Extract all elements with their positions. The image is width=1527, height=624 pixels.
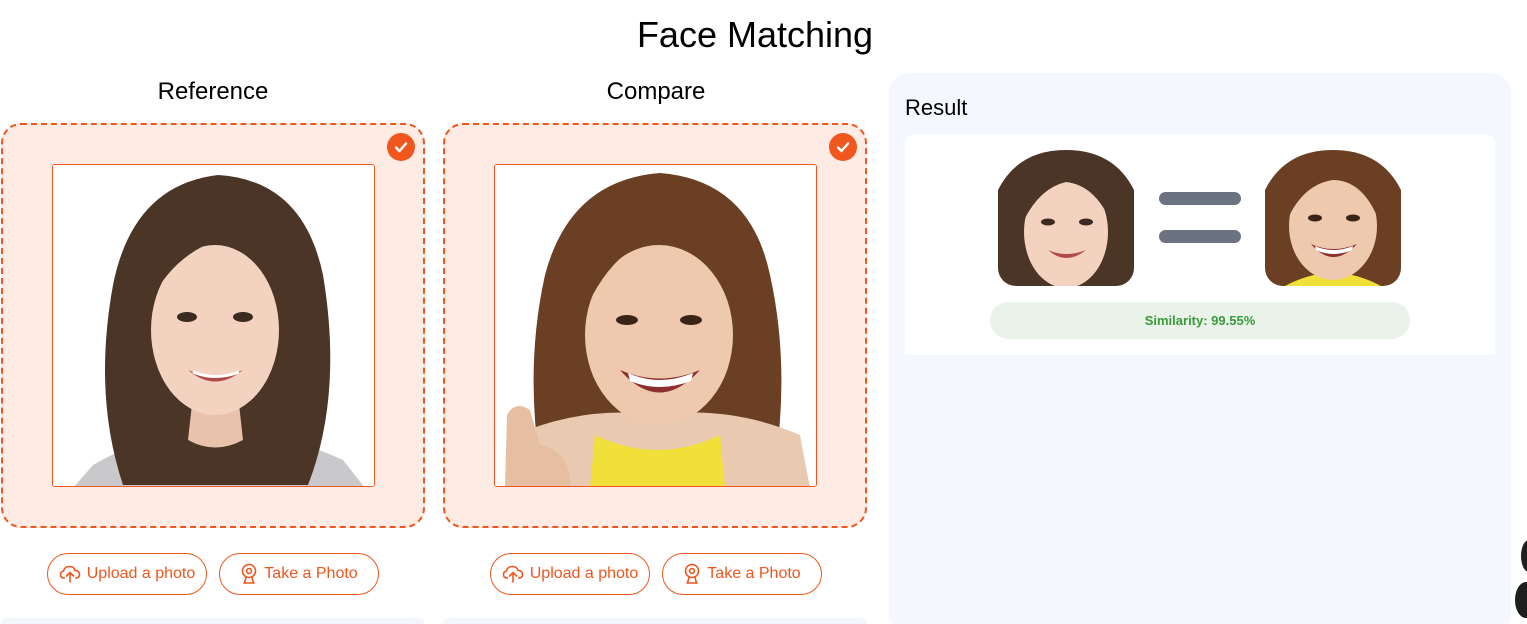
reference-upload-button[interactable]: Upload a photo [47, 553, 207, 595]
page-title: Face Matching [636, 14, 874, 55]
result-panel: Result Similarity: 99.55% [889, 73, 1511, 624]
reference-upload-label: Upload a photo [86, 565, 196, 582]
equals-icon-lower-bar [1159, 230, 1241, 243]
floating-action-button[interactable] [1521, 540, 1527, 572]
reference-photo [52, 164, 375, 487]
compare-panel-below [443, 618, 867, 624]
check-circle-icon [387, 133, 415, 161]
compare-face-thumbnail [1265, 150, 1401, 286]
compare-camera-button[interactable]: Take a Photo [662, 553, 822, 595]
compare-upload-button[interactable]: Upload a photo [490, 553, 650, 595]
compare-dropzone[interactable] [443, 123, 867, 528]
reference-face-thumbnail [998, 150, 1134, 286]
compare-photo [494, 164, 817, 487]
cloud-upload-icon [502, 565, 524, 583]
reference-dropzone[interactable] [1, 123, 425, 528]
webcam-icon [241, 563, 257, 584]
reference-camera-label: Take a Photo [264, 565, 358, 582]
result-title: Result [905, 95, 968, 120]
face-matching-page: Face Matching Reference Upload a photo T… [0, 0, 1527, 624]
compare-camera-label: Take a Photo [707, 565, 801, 582]
chat-widget-button[interactable] [1515, 582, 1527, 618]
reference-camera-button[interactable]: Take a Photo [219, 553, 379, 595]
webcam-icon [684, 563, 700, 584]
similarity-score: Similarity: 99.55% [990, 302, 1410, 339]
reference-panel-below [1, 618, 425, 624]
check-circle-icon [829, 133, 857, 161]
reference-heading: Reference [157, 78, 269, 105]
equals-icon [1159, 192, 1241, 205]
compare-upload-label: Upload a photo [529, 565, 639, 582]
result-card: Similarity: 99.55% [905, 134, 1495, 355]
cloud-upload-icon [59, 565, 81, 583]
compare-heading: Compare [606, 78, 706, 105]
